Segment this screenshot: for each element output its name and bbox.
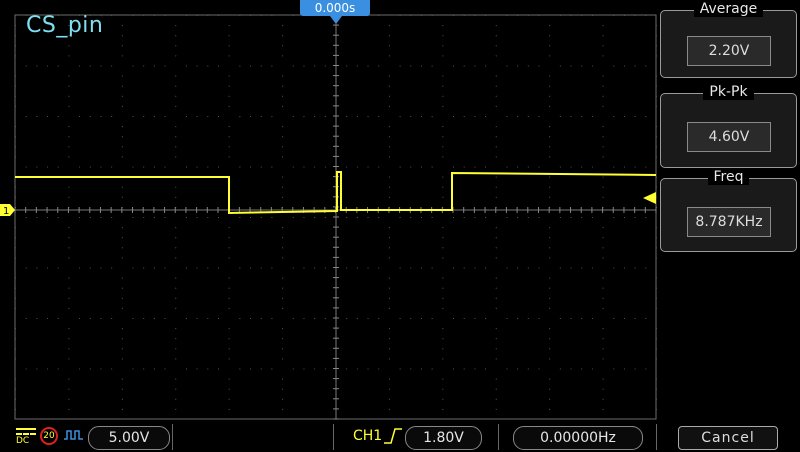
bw-limit-icon: 20 [40, 427, 58, 445]
dc-coupling-icon: DC [16, 426, 36, 446]
measure-freq[interactable]: Freq 8.787KHz [660, 169, 797, 252]
trigger-time-readout: 0.000s [300, 0, 370, 16]
trigger-source-label: CH1 [353, 428, 383, 444]
trigger-position-icon [330, 16, 342, 24]
measurement-panel: Average 2.20V Pk-Pk 4.60V Freq 8.787KHz [657, 0, 800, 420]
measure-average-value: 2.20V [687, 36, 771, 66]
measure-pkpk-title: Pk-Pk [703, 84, 754, 100]
trigger-level-readout[interactable]: 1.80V [405, 426, 482, 450]
measure-average[interactable]: Average 2.20V [660, 1, 797, 78]
bw-limit-label: 20 [43, 431, 55, 441]
measure-average-title: Average [693, 1, 764, 17]
measure-freq-value: 8.787KHz [687, 207, 771, 237]
rising-edge-icon [384, 428, 402, 444]
volts-div-readout[interactable]: 5.00V [88, 426, 170, 450]
cancel-button[interactable]: Cancel [678, 426, 778, 450]
square-wave-icon [64, 430, 83, 440]
trigger-level-arrow-icon [643, 192, 656, 204]
ch1-marker-label: 1 [3, 206, 9, 217]
channel-label: CS_pin [26, 13, 104, 38]
coupling-label: DC [16, 436, 30, 446]
measure-pkpk[interactable]: Pk-Pk 4.60V [660, 84, 797, 168]
measure-freq-title: Freq [707, 169, 750, 185]
trigger-frequency-readout: 0.00000Hz [513, 426, 643, 450]
measure-pkpk-value: 4.60V [687, 122, 771, 152]
